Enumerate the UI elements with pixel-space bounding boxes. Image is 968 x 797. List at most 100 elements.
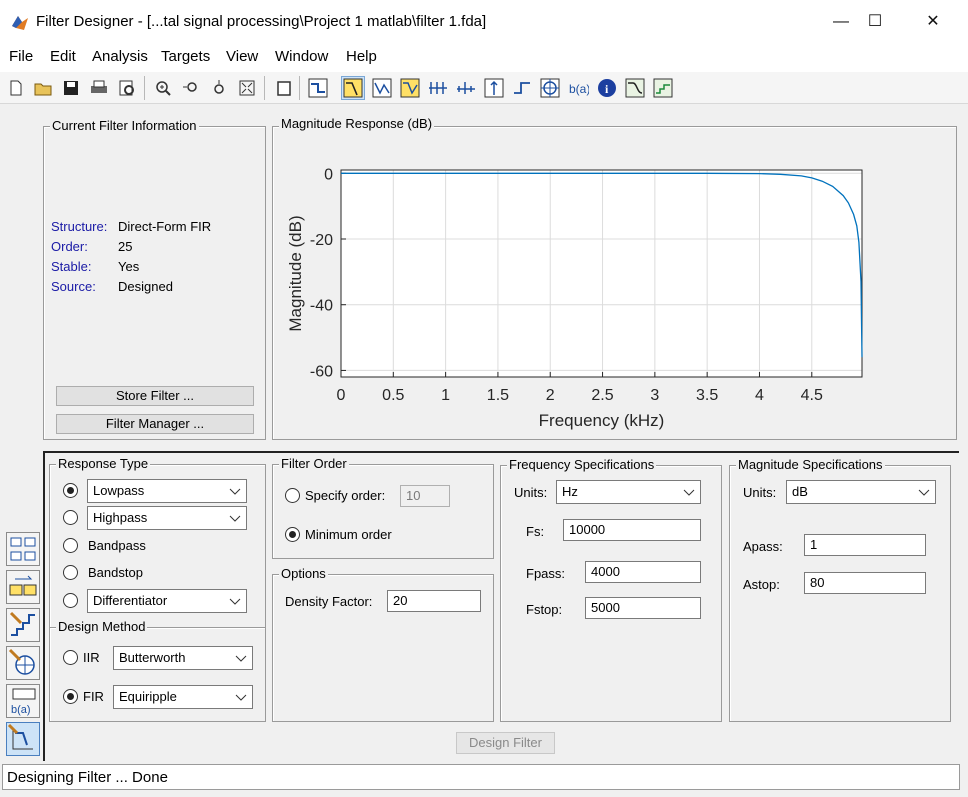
print-preview-icon[interactable] <box>115 76 139 100</box>
mag-phase-icon[interactable] <box>398 76 422 100</box>
menu-window[interactable]: Window <box>275 48 328 65</box>
iir-label: IIR <box>83 650 100 665</box>
toolbar-separator <box>264 76 265 100</box>
fs-field[interactable]: 10000 <box>563 519 701 541</box>
impulse-response-icon[interactable] <box>482 76 506 100</box>
toolbar-separator <box>144 76 145 100</box>
sidebar-quantize-icon[interactable] <box>6 608 40 642</box>
group-delay-icon[interactable] <box>426 76 450 100</box>
sidebar-pole-zero-editor-icon[interactable] <box>6 646 40 680</box>
menu-file[interactable]: File <box>9 48 33 65</box>
specify-order-radio[interactable] <box>285 488 300 503</box>
bandpass-label: Bandpass <box>88 538 146 553</box>
highpass-radio[interactable] <box>63 510 78 525</box>
magnitude-specs-panel: Magnitude Specifications Units: dB Apass… <box>729 457 951 722</box>
design-filter-button[interactable]: Design Filter <box>456 732 555 754</box>
zoom-y-icon[interactable] <box>207 76 231 100</box>
zoom-x-icon[interactable] <box>179 76 203 100</box>
full-view-icon[interactable] <box>235 76 259 100</box>
cost-icon[interactable] <box>623 76 647 100</box>
fir-label: FIR <box>83 689 104 704</box>
filter-order-panel: Filter Order Specify order: 10 Minimum o… <box>272 456 494 559</box>
fstop-label: Fstop: <box>526 602 563 617</box>
magnitude-response-icon[interactable] <box>341 76 365 100</box>
x-tick-label: 1.5 <box>487 387 509 404</box>
x-tick-label: 3.5 <box>696 387 718 404</box>
freq-units-label: Units: <box>514 485 548 500</box>
iir-method-select[interactable]: Butterworth <box>113 646 253 670</box>
x-tick-label: 3 <box>650 387 659 404</box>
open-icon[interactable] <box>31 76 55 100</box>
pole-zero-icon[interactable] <box>538 76 562 100</box>
zoom-in-icon[interactable] <box>151 76 175 100</box>
menu-help[interactable]: Help <box>346 48 377 65</box>
chevron-down-icon <box>235 694 247 701</box>
svg-text:b(a): b(a) <box>569 82 589 96</box>
menu-targets[interactable]: Targets <box>161 48 210 65</box>
design-method-legend: Design Method <box>56 619 148 634</box>
sidebar-filter-design-icon[interactable] <box>6 532 40 566</box>
menu-view[interactable]: View <box>226 48 258 65</box>
sidebar-design-filter-icon[interactable] <box>6 722 40 756</box>
save-icon[interactable] <box>59 76 83 100</box>
magnitude-response-panel: Magnitude Response (dB) 0 0.5 1 1.5 2 2.5 3 3.5… <box>272 116 957 440</box>
response-type-legend: Response Type <box>56 456 151 471</box>
svg-text:b(a): b(a) <box>11 704 31 716</box>
source-value: Designed <box>118 279 173 294</box>
bandstop-radio[interactable] <box>63 565 78 580</box>
fpass-field[interactable]: 4000 <box>585 561 701 583</box>
x-tick-label: 2.5 <box>591 387 613 404</box>
info-icon[interactable]: i <box>595 76 619 100</box>
apass-field[interactable]: 1 <box>804 534 926 556</box>
filter-order-legend: Filter Order <box>279 456 349 471</box>
highpass-select[interactable]: Highpass <box>87 506 247 530</box>
lowpass-radio[interactable] <box>63 483 78 498</box>
magnitude-specs-legend: Magnitude Specifications <box>736 457 885 472</box>
coefficients-icon[interactable]: b(a) <box>566 76 590 100</box>
menu-bar: File Edit Analysis Targets View Window H… <box>0 44 968 72</box>
fir-method-select[interactable]: Equiripple <box>113 685 253 709</box>
new-window-icon[interactable] <box>271 76 295 100</box>
fir-radio[interactable] <box>63 689 78 704</box>
apass-label: Apass: <box>743 539 783 554</box>
chevron-down-icon <box>229 488 241 495</box>
specify-order-label: Specify order: <box>305 488 386 503</box>
new-icon[interactable] <box>4 76 28 100</box>
store-filter-button[interactable]: Store Filter ... <box>56 386 254 406</box>
filter-manager-button[interactable]: Filter Manager ... <box>56 414 254 434</box>
print-icon[interactable] <box>87 76 111 100</box>
differentiator-radio[interactable] <box>63 593 78 608</box>
density-factor-field[interactable]: 20 <box>387 590 481 612</box>
menu-edit[interactable]: Edit <box>50 48 76 65</box>
menu-analysis[interactable]: Analysis <box>92 48 148 65</box>
minimum-order-radio[interactable] <box>285 527 300 542</box>
minimum-order-label: Minimum order <box>305 527 392 542</box>
filter-spec-icon[interactable] <box>306 76 330 100</box>
astop-field[interactable]: 80 <box>804 572 926 594</box>
specify-order-field[interactable]: 10 <box>400 485 450 507</box>
differentiator-select[interactable]: Differentiator <box>87 589 247 613</box>
sidebar-transform-icon[interactable] <box>6 570 40 604</box>
x-tick-label: 0 <box>337 387 346 404</box>
sidebar-import-icon[interactable]: b(a) <box>6 684 40 718</box>
freq-units-select[interactable]: Hz <box>556 480 701 504</box>
iir-radio[interactable] <box>63 650 78 665</box>
toolbar-separator <box>299 76 300 100</box>
phase-response-icon[interactable] <box>370 76 394 100</box>
magnitude-response-chart: 0 0.5 1 1.5 2 2.5 3 3.5 4 4.5 0 -20 -40 -60 Frequency … <box>286 166 863 430</box>
maximize-button[interactable]: ☐ <box>852 8 898 36</box>
close-button[interactable]: ✕ <box>910 8 956 36</box>
bandpass-radio[interactable] <box>63 538 78 553</box>
mag-units-select[interactable]: dB <box>786 480 936 504</box>
lowpass-select[interactable]: Lowpass <box>87 479 247 503</box>
y-axis-label: Magnitude (dB) <box>286 215 305 331</box>
x-tick-label: 2 <box>546 387 555 404</box>
step-response-icon[interactable] <box>510 76 534 100</box>
frequency-specs-legend: Frequency Specifications <box>507 457 657 472</box>
x-tick-label: 0.5 <box>382 387 404 404</box>
fstop-field[interactable]: 5000 <box>585 597 701 619</box>
density-factor-label: Density Factor: <box>285 594 373 609</box>
quantization-icon[interactable] <box>651 76 675 100</box>
phase-delay-icon[interactable] <box>454 76 478 100</box>
x-tick-label: 1 <box>441 387 450 404</box>
